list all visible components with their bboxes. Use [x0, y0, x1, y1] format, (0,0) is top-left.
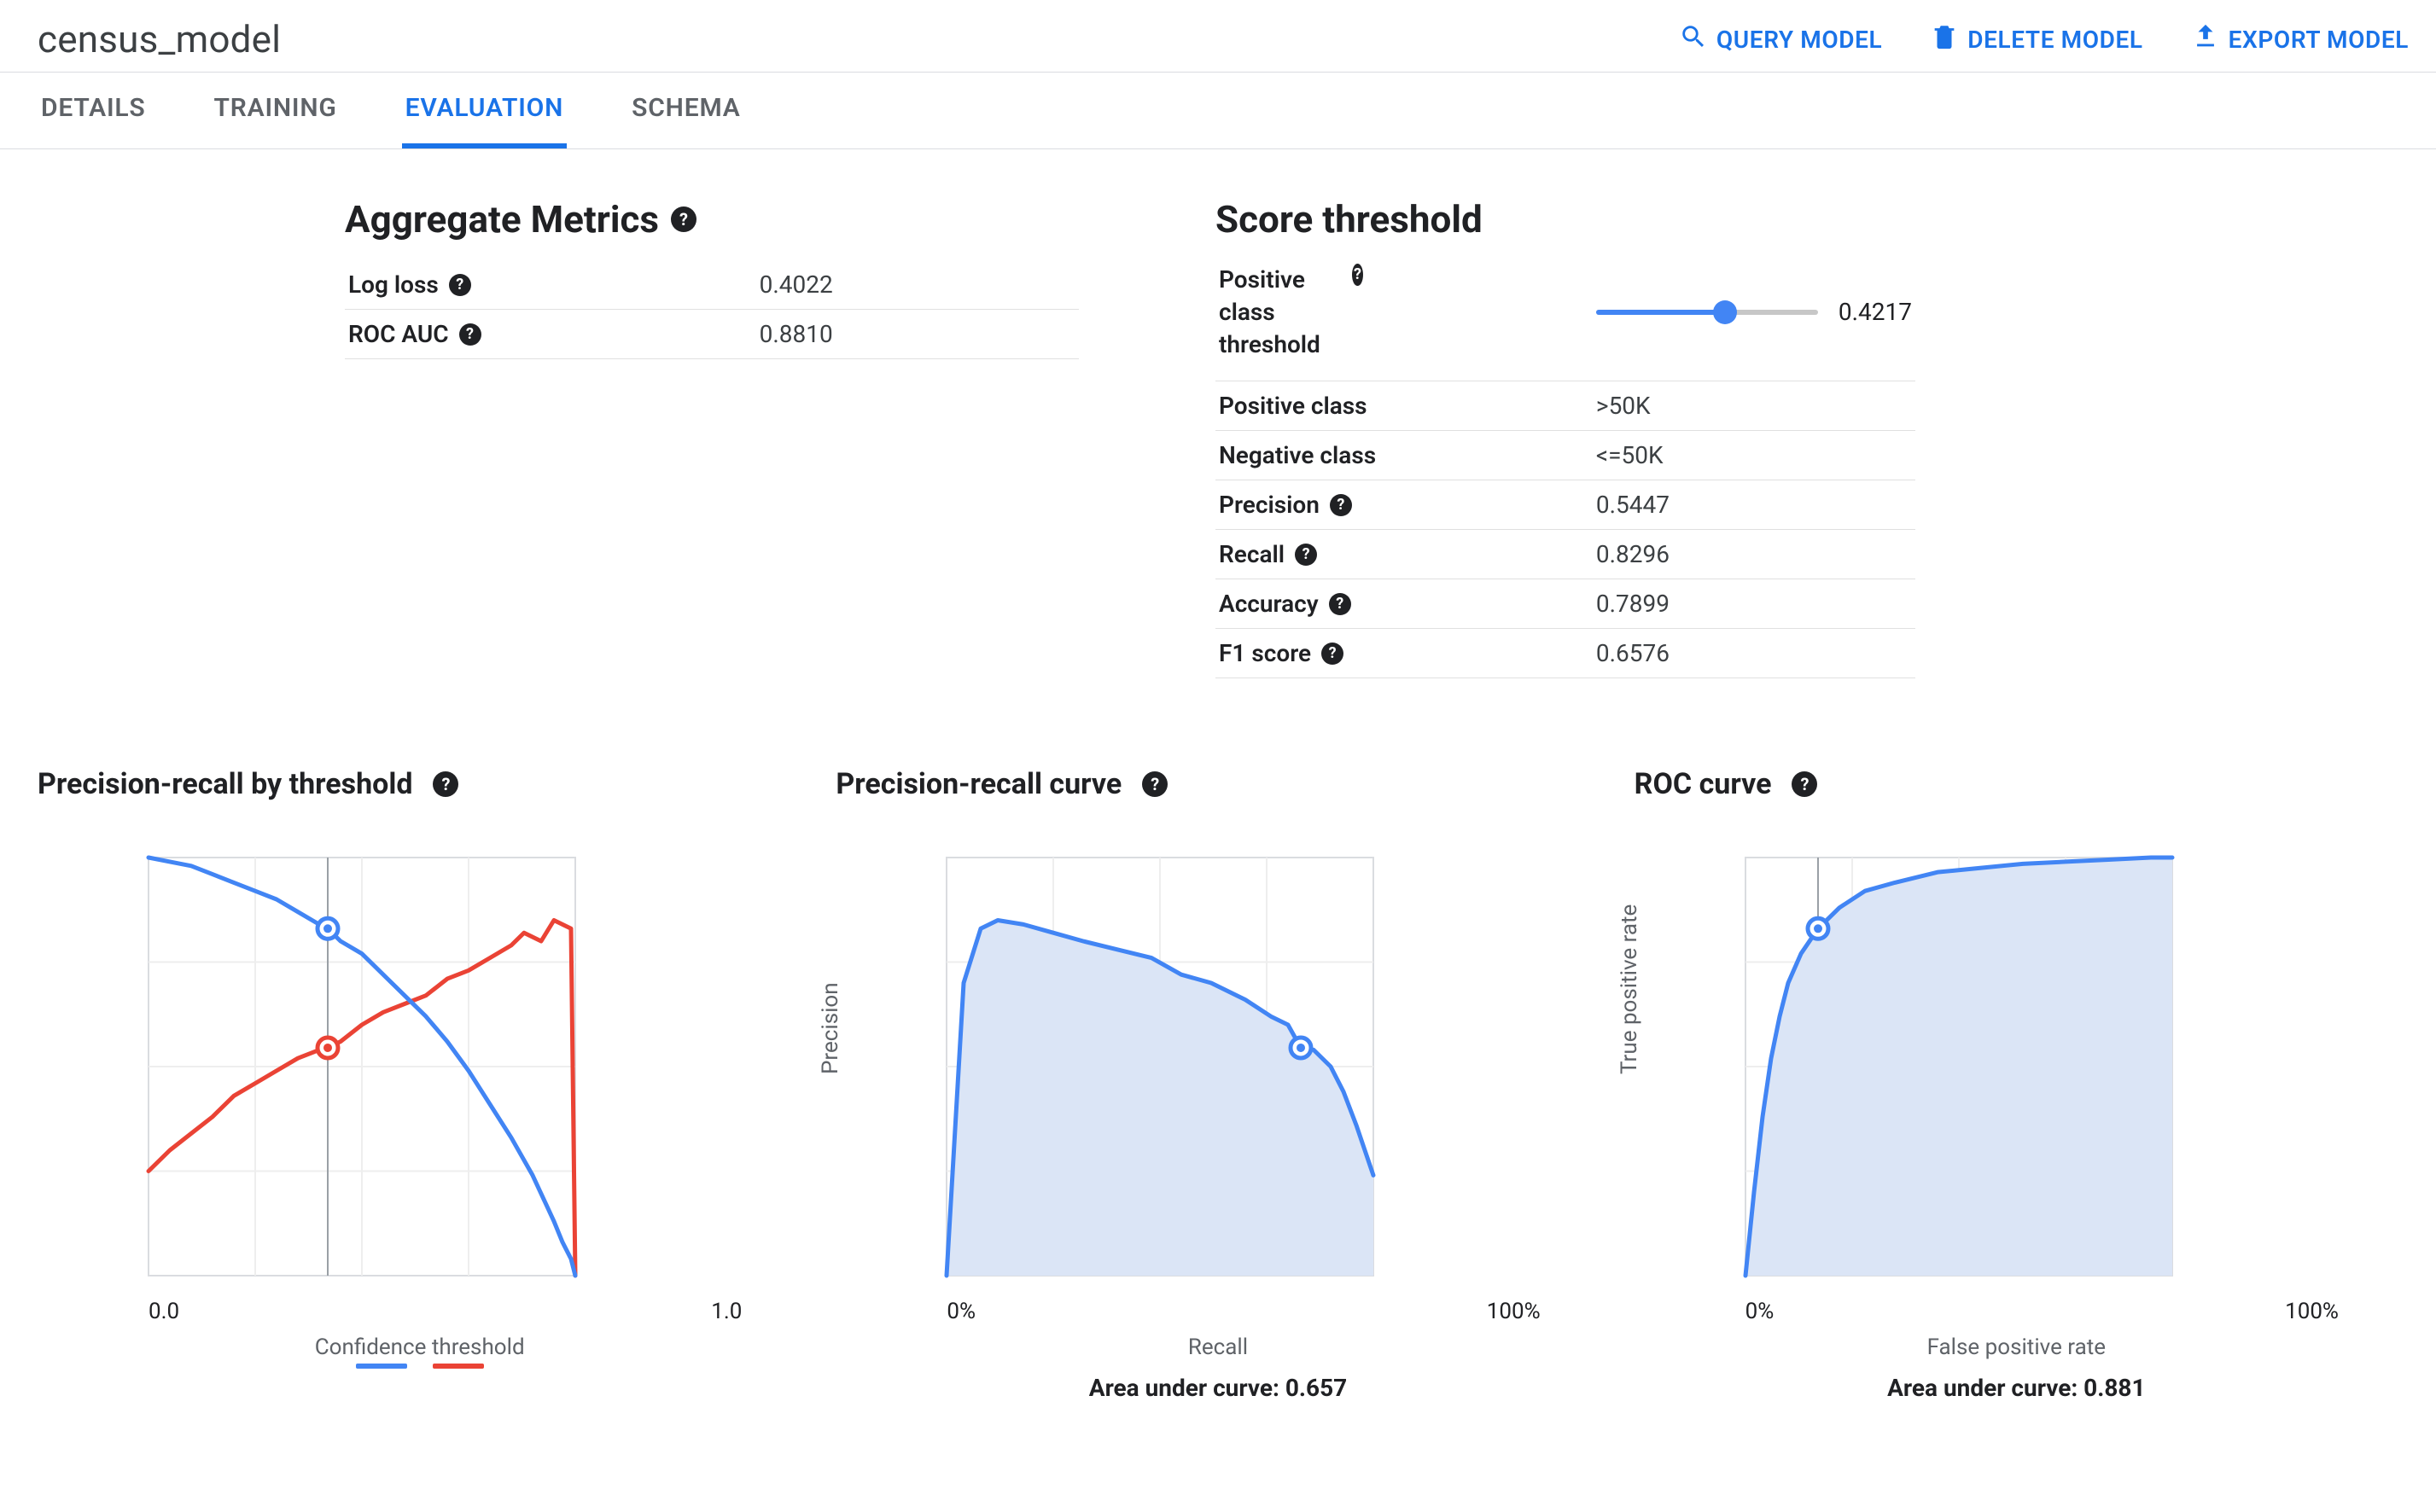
xtick-0: 0.0 — [149, 1299, 179, 1324]
slider-thumb[interactable] — [1713, 300, 1737, 324]
threshold-slider-label: Positive class threshold — [1219, 264, 1342, 360]
pr-threshold-chart: Precision-recall by threshold ? 0.0 1.0 … — [38, 767, 801, 1369]
roc-auc-label: ROC AUC — [348, 320, 449, 348]
legend-precision-swatch — [433, 1364, 484, 1369]
pr-threshold-title: Precision-recall by threshold — [38, 767, 412, 801]
header-bar: census_model QUERY MODEL DELETE MODEL EX… — [0, 0, 2436, 73]
log-loss-label: Log loss — [348, 270, 439, 299]
threshold-slider[interactable]: 0.4217 — [1596, 298, 1912, 326]
xtick-1: 100% — [2285, 1299, 2339, 1324]
search-icon — [1679, 22, 1708, 57]
aggregate-metrics: Aggregate Metrics ? Log loss ? 0.4022 RO… — [345, 197, 1079, 678]
neg-class-label: Negative class — [1219, 441, 1376, 469]
help-icon[interactable]: ? — [449, 274, 471, 296]
export-model-button[interactable]: EXPORT MODEL — [2191, 22, 2409, 57]
row-log-loss: Log loss ? 0.4022 — [345, 260, 1079, 310]
pr-curve-svg — [836, 849, 1416, 1293]
row-threshold-slider: Positive class threshold ? 0.4217 — [1215, 260, 1915, 381]
recall-value: 0.8296 — [1593, 530, 1915, 579]
tabs: DETAILS TRAINING EVALUATION SCHEMA — [0, 73, 2436, 149]
tab-evaluation[interactable]: EVALUATION — [402, 73, 568, 148]
pos-class-value: >50K — [1593, 381, 1915, 431]
help-icon[interactable]: ? — [1792, 771, 1817, 797]
precision-label: Precision — [1219, 491, 1320, 519]
neg-class-value: <=50K — [1593, 431, 1915, 480]
roc-auc-label: Area under curve: 0.881 — [1635, 1374, 2398, 1402]
threshold-slider-value: 0.4217 — [1839, 298, 1912, 326]
roc-ylabel: True positive rate — [1617, 904, 1642, 1074]
tab-training[interactable]: TRAINING — [211, 73, 341, 148]
header-actions: QUERY MODEL DELETE MODEL EXPORT MODEL — [1679, 22, 2409, 57]
row-accuracy: Accuracy? 0.7899 — [1215, 579, 1915, 629]
threshold-title: Score threshold — [1215, 197, 1915, 241]
log-loss-value: 0.4022 — [756, 260, 1079, 310]
accuracy-label: Accuracy — [1219, 590, 1319, 618]
aggregate-title: Aggregate Metrics — [345, 197, 659, 241]
pr-curve-xlabel: Recall — [836, 1335, 1600, 1360]
f1-label: F1 score — [1219, 639, 1311, 667]
roc-chart: ROC curve ? True positive rate 0% 100% F… — [1635, 767, 2398, 1402]
row-recall: Recall? 0.8296 — [1215, 530, 1915, 579]
tab-details[interactable]: DETAILS — [38, 73, 149, 148]
row-negative-class: Negative class <=50K — [1215, 431, 1915, 480]
row-f1: F1 score? 0.6576 — [1215, 629, 1915, 678]
help-icon[interactable]: ? — [433, 771, 458, 797]
roc-svg — [1635, 849, 2215, 1293]
help-icon[interactable]: ? — [1352, 264, 1363, 286]
precision-value: 0.5447 — [1593, 480, 1915, 530]
pos-class-label: Positive class — [1219, 392, 1367, 420]
help-icon[interactable]: ? — [1329, 593, 1351, 615]
xtick-0: 0% — [1745, 1299, 1775, 1324]
help-icon[interactable]: ? — [459, 323, 481, 346]
query-model-button[interactable]: QUERY MODEL — [1679, 22, 1882, 57]
row-roc-auc: ROC AUC ? 0.8810 — [345, 310, 1079, 359]
pr-curve-title: Precision-recall curve — [836, 767, 1122, 801]
upload-icon — [2191, 22, 2220, 57]
pr-threshold-xlabel: Confidence threshold — [38, 1335, 801, 1360]
pr-threshold-svg — [38, 849, 618, 1293]
trash-icon — [1930, 22, 1959, 57]
score-threshold: Score threshold Positive class threshold… — [1215, 197, 1915, 678]
help-icon[interactable]: ? — [1142, 771, 1168, 797]
aggregate-title-row: Aggregate Metrics ? — [345, 197, 1079, 241]
pr-curve-ylabel: Precision — [818, 982, 843, 1074]
xtick-1: 100% — [1487, 1299, 1541, 1324]
charts-row: Precision-recall by threshold ? 0.0 1.0 … — [0, 699, 2436, 1419]
query-model-label: QUERY MODEL — [1716, 26, 1882, 54]
recall-label: Recall — [1219, 540, 1285, 568]
pr-curve-chart: Precision-recall curve ? Precision 0% 10… — [836, 767, 1600, 1402]
row-positive-class: Positive class >50K — [1215, 381, 1915, 431]
pr-curve-auc: Area under curve: 0.657 — [836, 1374, 1600, 1402]
f1-value: 0.6576 — [1593, 629, 1915, 678]
help-icon[interactable]: ? — [1295, 544, 1317, 566]
tab-schema[interactable]: SCHEMA — [628, 73, 743, 148]
help-icon[interactable]: ? — [671, 206, 696, 232]
xtick-0: 0% — [947, 1299, 976, 1324]
slider-fill — [1596, 310, 1725, 315]
help-icon[interactable]: ? — [1330, 494, 1352, 516]
roc-auc-value: 0.8810 — [756, 310, 1079, 359]
aggregate-table: Log loss ? 0.4022 ROC AUC ? 0.8810 — [345, 260, 1079, 359]
xtick-1: 1.0 — [711, 1299, 742, 1324]
delete-model-label: DELETE MODEL — [1967, 26, 2142, 54]
export-model-label: EXPORT MODEL — [2229, 26, 2409, 54]
model-title: census_model — [38, 17, 281, 61]
legend-recall-swatch — [356, 1364, 407, 1369]
pr-threshold-legend — [38, 1364, 801, 1369]
slider-track[interactable] — [1596, 310, 1818, 315]
metrics-section: Aggregate Metrics ? Log loss ? 0.4022 RO… — [0, 149, 2436, 699]
threshold-table: Positive class threshold ? 0.4217 Positi… — [1215, 260, 1915, 678]
roc-title: ROC curve — [1635, 767, 1772, 801]
delete-model-button[interactable]: DELETE MODEL — [1930, 22, 2142, 57]
roc-xlabel: False positive rate — [1635, 1335, 2398, 1360]
help-icon[interactable]: ? — [1321, 643, 1343, 665]
accuracy-value: 0.7899 — [1593, 579, 1915, 629]
row-precision: Precision? 0.5447 — [1215, 480, 1915, 530]
